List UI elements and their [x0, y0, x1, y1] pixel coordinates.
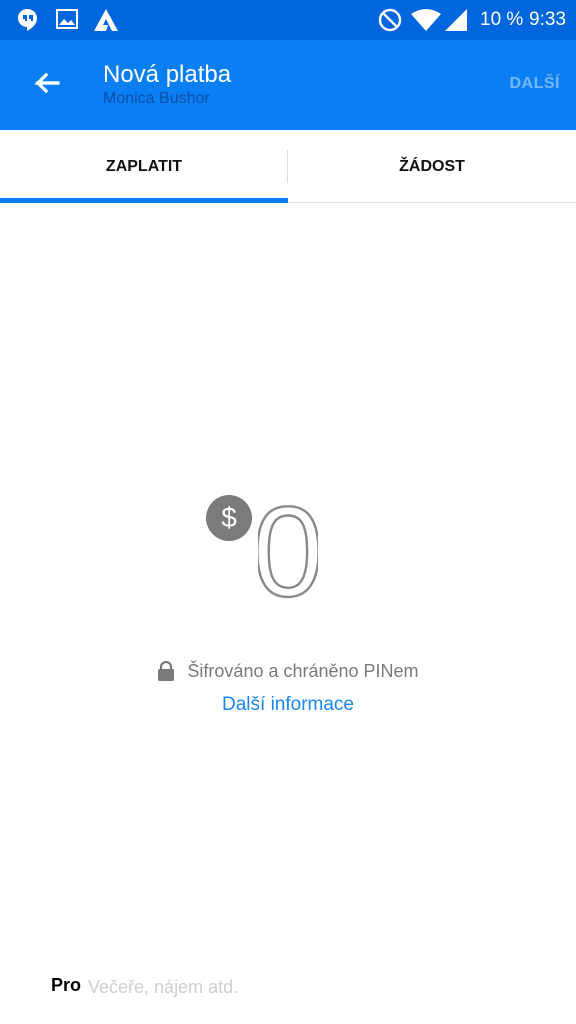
battery-percentage: 10 % — [480, 9, 524, 30]
amount-value: 0 — [258, 500, 318, 600]
dnd-icon — [378, 8, 402, 32]
security-note: Šifrováno a chráněno PINem — [0, 657, 576, 685]
status-bar: 10 % 9:33 — [0, 0, 576, 40]
signal-icon — [445, 9, 467, 31]
app-bar: Nová platba Monica Bushor DALŠÍ — [0, 40, 576, 130]
tab-selected-indicator — [0, 198, 288, 203]
back-button[interactable] — [22, 60, 70, 108]
more-info-link[interactable]: Další informace — [0, 694, 576, 716]
currency-badge: $ — [206, 495, 252, 541]
memo-input[interactable] — [88, 972, 548, 1002]
hangouts-icon — [18, 9, 37, 31]
memo-label: Pro — [51, 975, 82, 995]
clock: 9:33 — [529, 9, 566, 30]
tab-request[interactable]: ŽÁDOST — [288, 130, 576, 203]
next-button[interactable]: DALŠÍ — [510, 75, 561, 93]
wifi-icon — [411, 9, 441, 31]
arrow-back-icon — [34, 72, 60, 94]
tab-bar: ZAPLATIT ŽÁDOST — [0, 130, 576, 203]
app-a-icon — [94, 9, 118, 31]
gallery-icon — [56, 9, 78, 29]
recipient-name: Monica Bushor — [103, 90, 210, 107]
security-text: Šifrováno a chráněno PINem — [187, 660, 419, 681]
page-title: Nová platba — [103, 61, 232, 88]
tab-pay[interactable]: ZAPLATIT — [0, 130, 288, 203]
lock-icon — [158, 661, 175, 681]
amount-input[interactable]: 0 — [258, 500, 318, 600]
